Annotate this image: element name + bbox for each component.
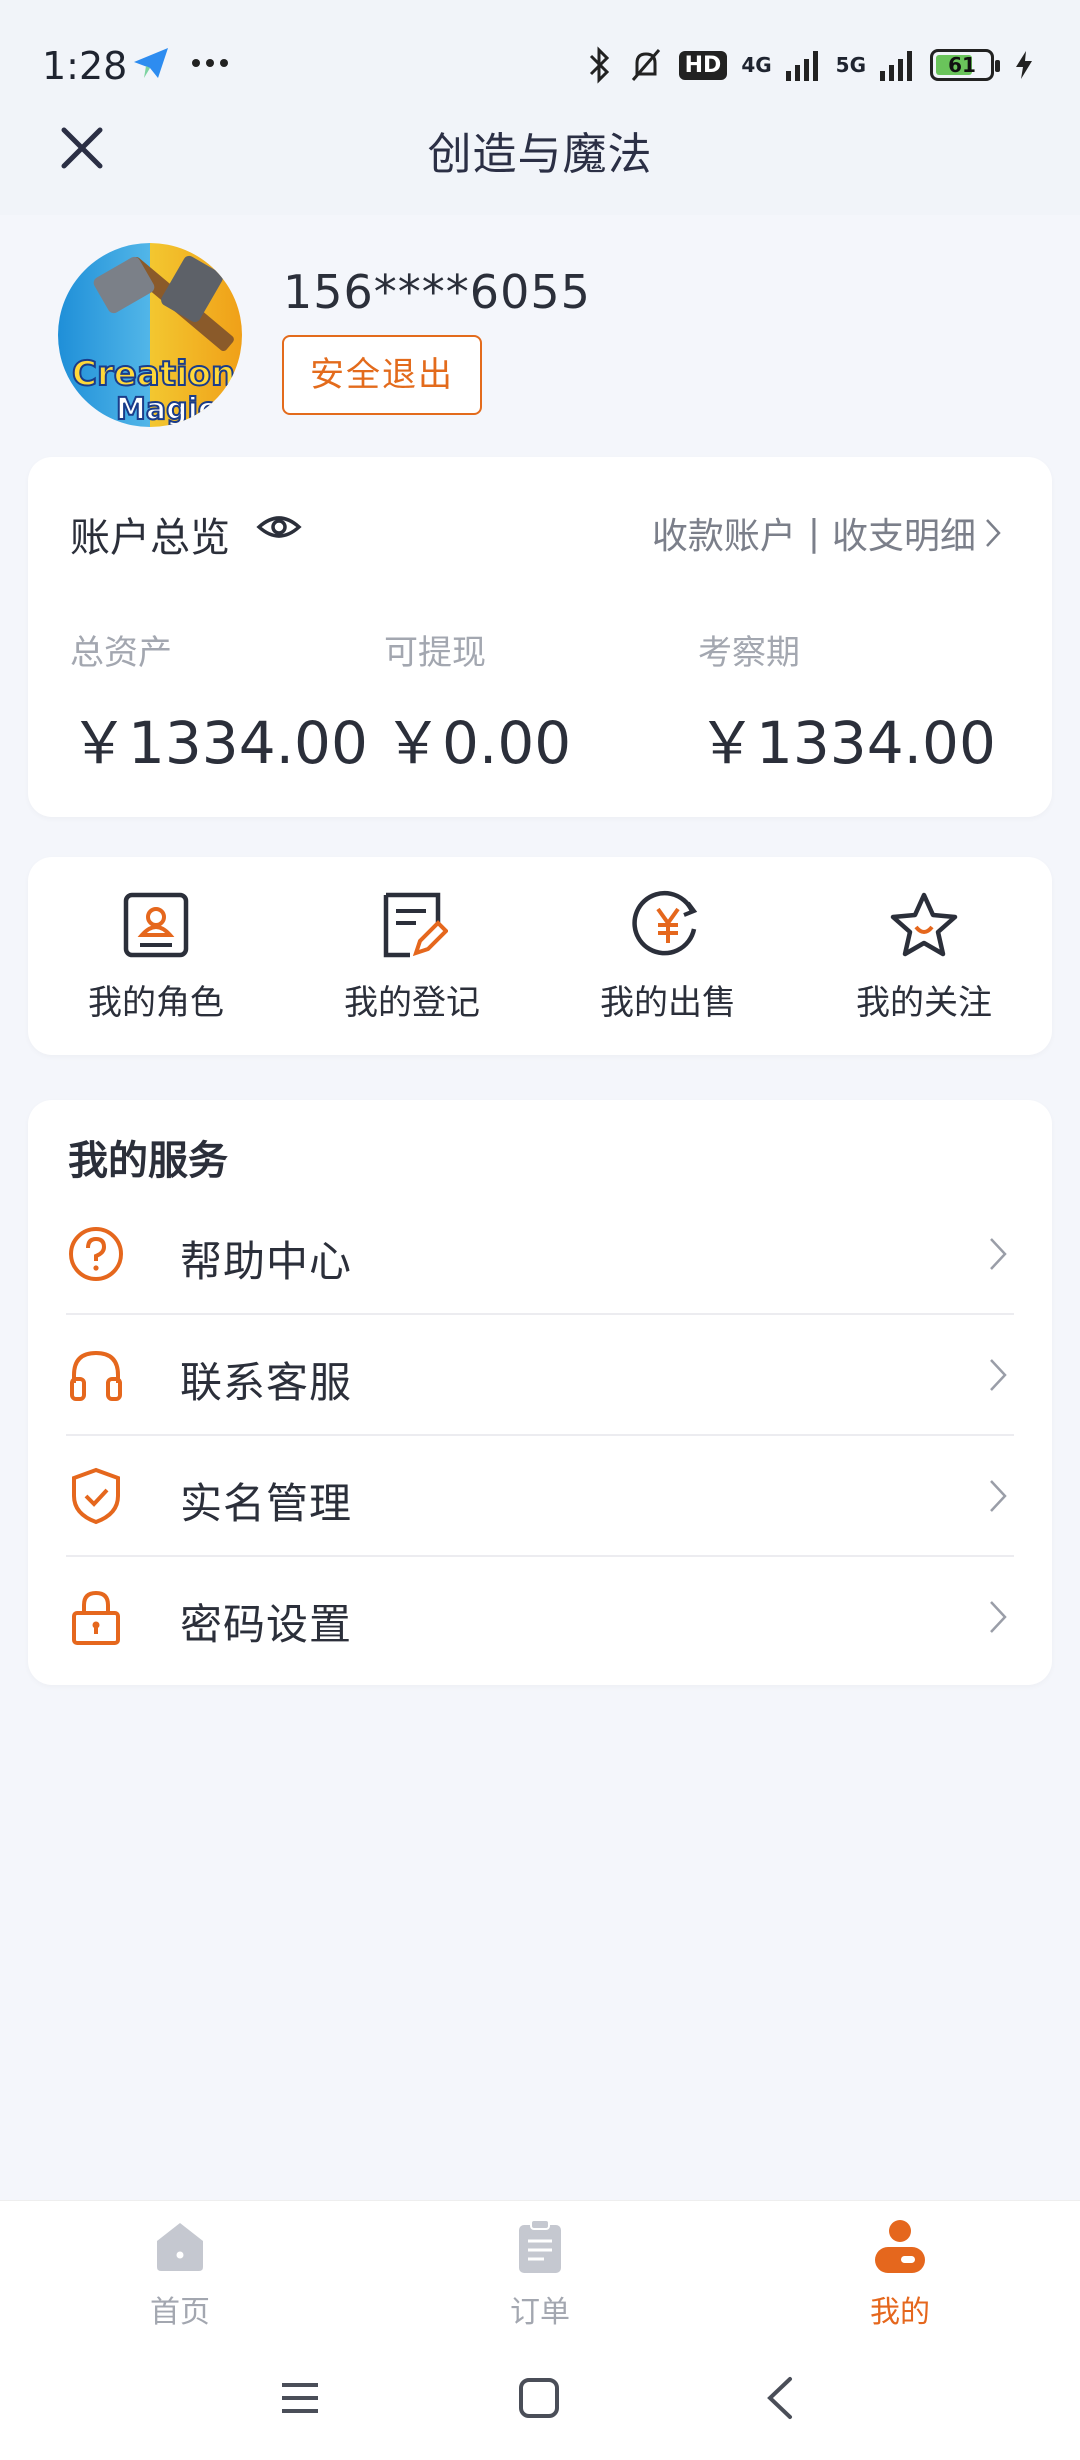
- help-icon: [69, 1227, 123, 1281]
- menu-icon[interactable]: [278, 2375, 322, 2421]
- asset-value: ￥1334.00: [70, 709, 368, 777]
- charging-icon: [1016, 51, 1032, 79]
- services-card: 我的服务 帮助中心 联系客服 实名管理 密码设置: [28, 1100, 1052, 1685]
- chevron-right-icon: [990, 1601, 1007, 1633]
- account-overview-card: 账户总览 收款账户 | 收支明细 总资产 ￥1334.00 可提现 ￥0.00 …: [28, 457, 1052, 817]
- status-left-icons: [130, 44, 230, 82]
- battery-level: 61: [948, 53, 976, 77]
- asset-label: 可提现: [384, 633, 486, 673]
- signal-icon: [785, 51, 818, 81]
- asset-withdrawable: 可提现 ￥0.00: [384, 625, 571, 780]
- tab-label: 订单: [510, 2295, 570, 2330]
- asset-total: 总资产 ￥1334.00: [70, 625, 368, 780]
- shortcuts-card: 我的角色 我的登记 我的出售 我的关注: [28, 857, 1052, 1055]
- shortcut-label: 我的出售: [600, 983, 736, 1023]
- tab-orders[interactable]: 订单: [450, 2217, 630, 2331]
- shortcut-label: 我的关注: [856, 983, 992, 1023]
- sell-icon: [632, 890, 698, 956]
- signal-icon-2: [880, 51, 912, 81]
- service-label: 帮助中心: [180, 1237, 353, 1286]
- orders-icon: [519, 2219, 561, 2273]
- status-right: HD 4G 5G 61: [585, 46, 1034, 84]
- shortcut-my-follows[interactable]: 我的关注: [814, 889, 1034, 1024]
- chevron-right-icon: [990, 1359, 1007, 1391]
- tab-mine[interactable]: 我的: [810, 2217, 990, 2331]
- header-bar: 创造与魔法: [0, 100, 1080, 215]
- asset-review-period: 考察期 ￥1334.00: [698, 625, 996, 780]
- app-notification-icon: [134, 48, 168, 78]
- service-password-settings[interactable]: 密码设置: [66, 1557, 1014, 1678]
- service-label: 联系客服: [180, 1358, 353, 1407]
- back-icon[interactable]: [760, 2375, 800, 2421]
- system-nav-bar: [0, 2345, 1080, 2460]
- chevron-right-icon: [990, 1480, 1007, 1512]
- shortcut-label: 我的登记: [344, 983, 480, 1023]
- shortcut-my-sales[interactable]: 我的出售: [558, 889, 778, 1024]
- shortcut-my-registrations[interactable]: 我的登记: [302, 889, 522, 1024]
- shield-icon: [72, 1467, 120, 1525]
- avatar-caption-2: Magic: [116, 392, 216, 427]
- main-content: Creation Magic 156****6055 安全退出 账户总览 收款账…: [0, 215, 1080, 2200]
- service-real-name[interactable]: 实名管理: [66, 1436, 1014, 1557]
- tab-label: 我的: [870, 2295, 930, 2330]
- transaction-details-link[interactable]: 收支明细: [832, 507, 976, 559]
- bottom-tab-bar: 首页 订单 我的: [0, 2200, 1080, 2345]
- avatar[interactable]: Creation Magic: [58, 243, 242, 427]
- home-icon: [157, 2223, 203, 2271]
- status-time: 1:28: [42, 44, 128, 88]
- chevron-right-icon: [990, 1238, 1007, 1270]
- asset-label: 考察期: [698, 633, 800, 673]
- shortcut-label: 我的角色: [88, 983, 224, 1023]
- shortcut-my-roles[interactable]: 我的角色: [46, 889, 266, 1024]
- avatar-image: Creation Magic: [58, 243, 242, 427]
- service-label: 密码设置: [180, 1600, 353, 1649]
- toggle-visibility-button[interactable]: [256, 507, 302, 551]
- role-icon: [123, 892, 189, 958]
- hd-label: HD: [678, 50, 728, 80]
- profile-icon: [875, 2220, 925, 2273]
- chevron-right-icon: [986, 519, 1001, 547]
- battery-icon: 61: [930, 49, 1000, 81]
- avatar-caption-1: Creation: [72, 354, 235, 394]
- asset-label: 总资产: [70, 633, 172, 673]
- network-5g-label: 5G: [835, 53, 866, 77]
- service-contact-support[interactable]: 联系客服: [66, 1315, 1014, 1436]
- home-square-icon[interactable]: [516, 2375, 562, 2421]
- profile-section: Creation Magic 156****6055 安全退出: [58, 243, 1038, 433]
- tab-home[interactable]: 首页: [90, 2217, 270, 2331]
- lock-icon: [72, 1590, 120, 1645]
- link-separator: |: [807, 512, 820, 554]
- more-dots-icon: [192, 59, 228, 67]
- services-title: 我的服务: [68, 1138, 228, 1184]
- user-phone: 156****6055: [283, 265, 591, 319]
- tab-label: 首页: [150, 2295, 210, 2330]
- headset-icon: [70, 1350, 122, 1401]
- asset-value: ￥0.00: [384, 709, 572, 777]
- overview-links: 收款账户 | 收支明细: [652, 507, 1002, 559]
- asset-value: ￥1334.00: [698, 709, 996, 777]
- register-icon: [383, 892, 448, 958]
- logout-button[interactable]: 安全退出: [282, 335, 482, 415]
- star-icon: [890, 892, 958, 957]
- eye-icon: [256, 516, 302, 538]
- service-label: 实名管理: [180, 1479, 353, 1528]
- network-4g-label: 4G: [741, 53, 772, 77]
- receive-account-link[interactable]: 收款账户: [652, 507, 796, 559]
- mute-icon: [631, 49, 660, 81]
- service-help-center[interactable]: 帮助中心: [66, 1194, 1014, 1315]
- bluetooth-icon: [589, 46, 609, 84]
- overview-title: 账户总览: [70, 515, 230, 561]
- page-title: 创造与魔法: [427, 129, 653, 180]
